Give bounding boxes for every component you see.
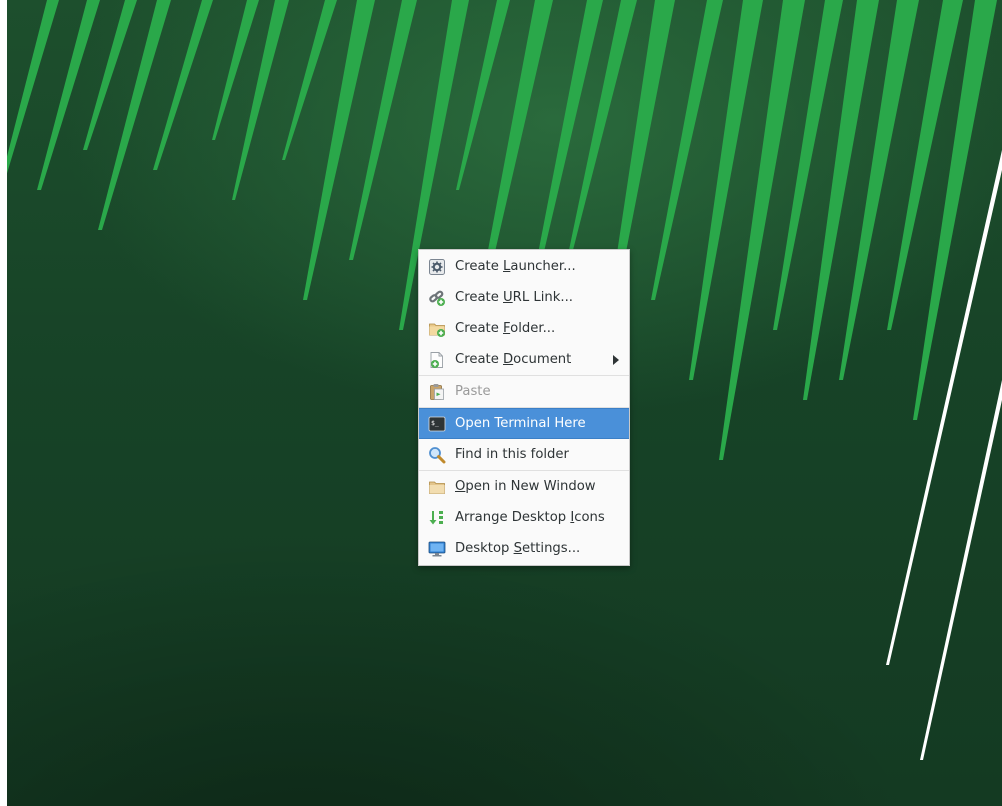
paste-icon <box>428 383 446 401</box>
menu-item-create-document[interactable]: Create Document <box>419 344 629 375</box>
menu-item-label: Open Terminal Here <box>455 416 586 431</box>
menu-item-create-url-link[interactable]: Create URL Link... <box>419 282 629 313</box>
svg-text:$_: $_ <box>431 419 439 427</box>
new-document-icon <box>428 351 446 369</box>
menu-item-label: Paste <box>455 384 491 399</box>
menu-item-label: Create Folder... <box>455 321 556 336</box>
menu-item-find-in-folder[interactable]: Find in this folder <box>419 439 629 470</box>
menu-item-create-launcher[interactable]: Create Launcher... <box>419 251 629 282</box>
terminal-icon: $_ <box>428 415 446 433</box>
menu-item-label: Create Launcher... <box>455 259 576 274</box>
arrange-icon <box>428 509 446 527</box>
launcher-gear-icon <box>428 258 446 276</box>
menu-item-open-new-window[interactable]: Open in New Window <box>419 471 629 502</box>
menu-item-paste[interactable]: Paste <box>419 376 629 407</box>
menu-item-label: Desktop Settings... <box>455 541 581 556</box>
url-link-icon <box>428 289 446 307</box>
menu-item-arrange-desktop-icons[interactable]: Arrange Desktop Icons <box>419 502 629 533</box>
menu-item-label: Arrange Desktop Icons <box>455 510 605 525</box>
new-folder-icon <box>428 320 446 338</box>
desktop-context-menu: Create Launcher... Create URL Link... Cr… <box>418 249 630 566</box>
submenu-arrow-icon <box>613 354 619 365</box>
menu-item-label: Create Document <box>455 352 572 367</box>
desktop-settings-icon <box>428 540 446 558</box>
menu-item-label: Create URL Link... <box>455 290 573 305</box>
folder-icon <box>428 478 446 496</box>
search-icon <box>428 446 446 464</box>
menu-item-desktop-settings[interactable]: Desktop Settings... <box>419 533 629 564</box>
menu-item-label: Find in this folder <box>455 447 569 462</box>
menu-item-label: Open in New Window <box>455 479 596 494</box>
menu-item-open-terminal-here[interactable]: $_ Open Terminal Here <box>419 408 629 439</box>
menu-item-create-folder[interactable]: Create Folder... <box>419 313 629 344</box>
